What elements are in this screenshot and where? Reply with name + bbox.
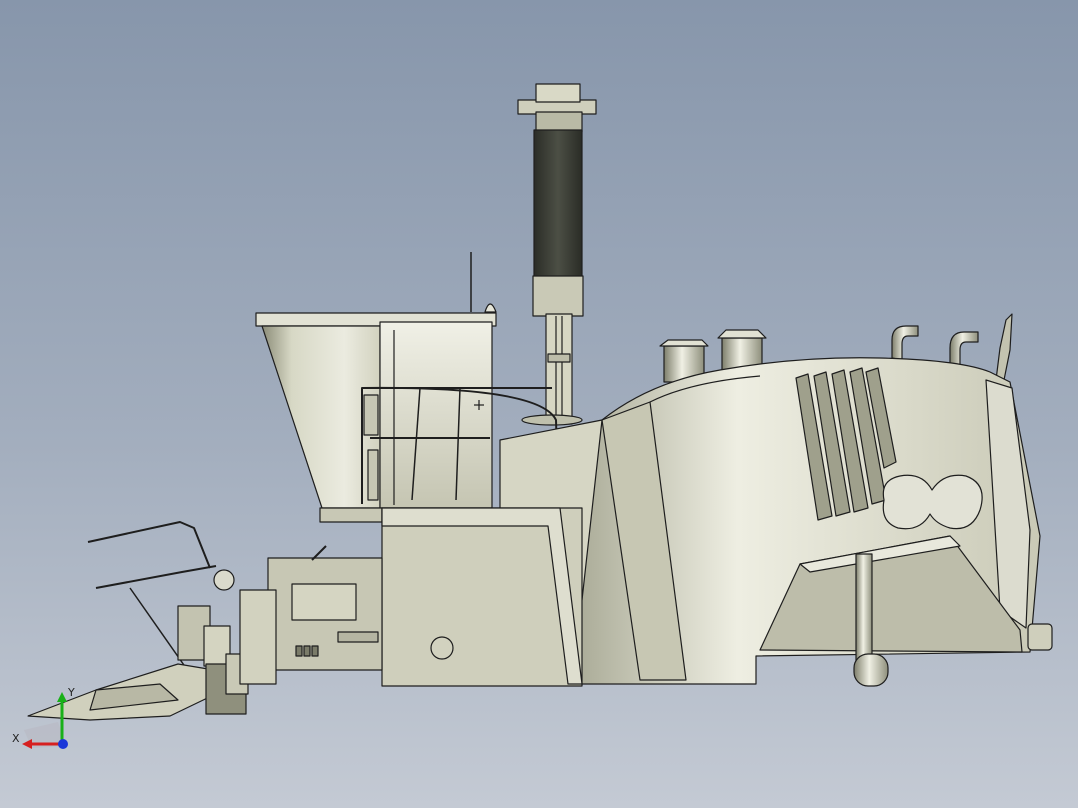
coordinate-triad: Y X [12, 686, 75, 749]
harvester-3d-model[interactable] [0, 0, 1078, 808]
z-axis-dot [58, 739, 68, 749]
y-axis-label: Y [67, 686, 75, 699]
x-axis-label: X [12, 732, 20, 745]
discharge-chute [517, 83, 597, 426]
cad-viewport[interactable]: Y X [0, 0, 1078, 808]
main-body-hood [573, 357, 1053, 687]
